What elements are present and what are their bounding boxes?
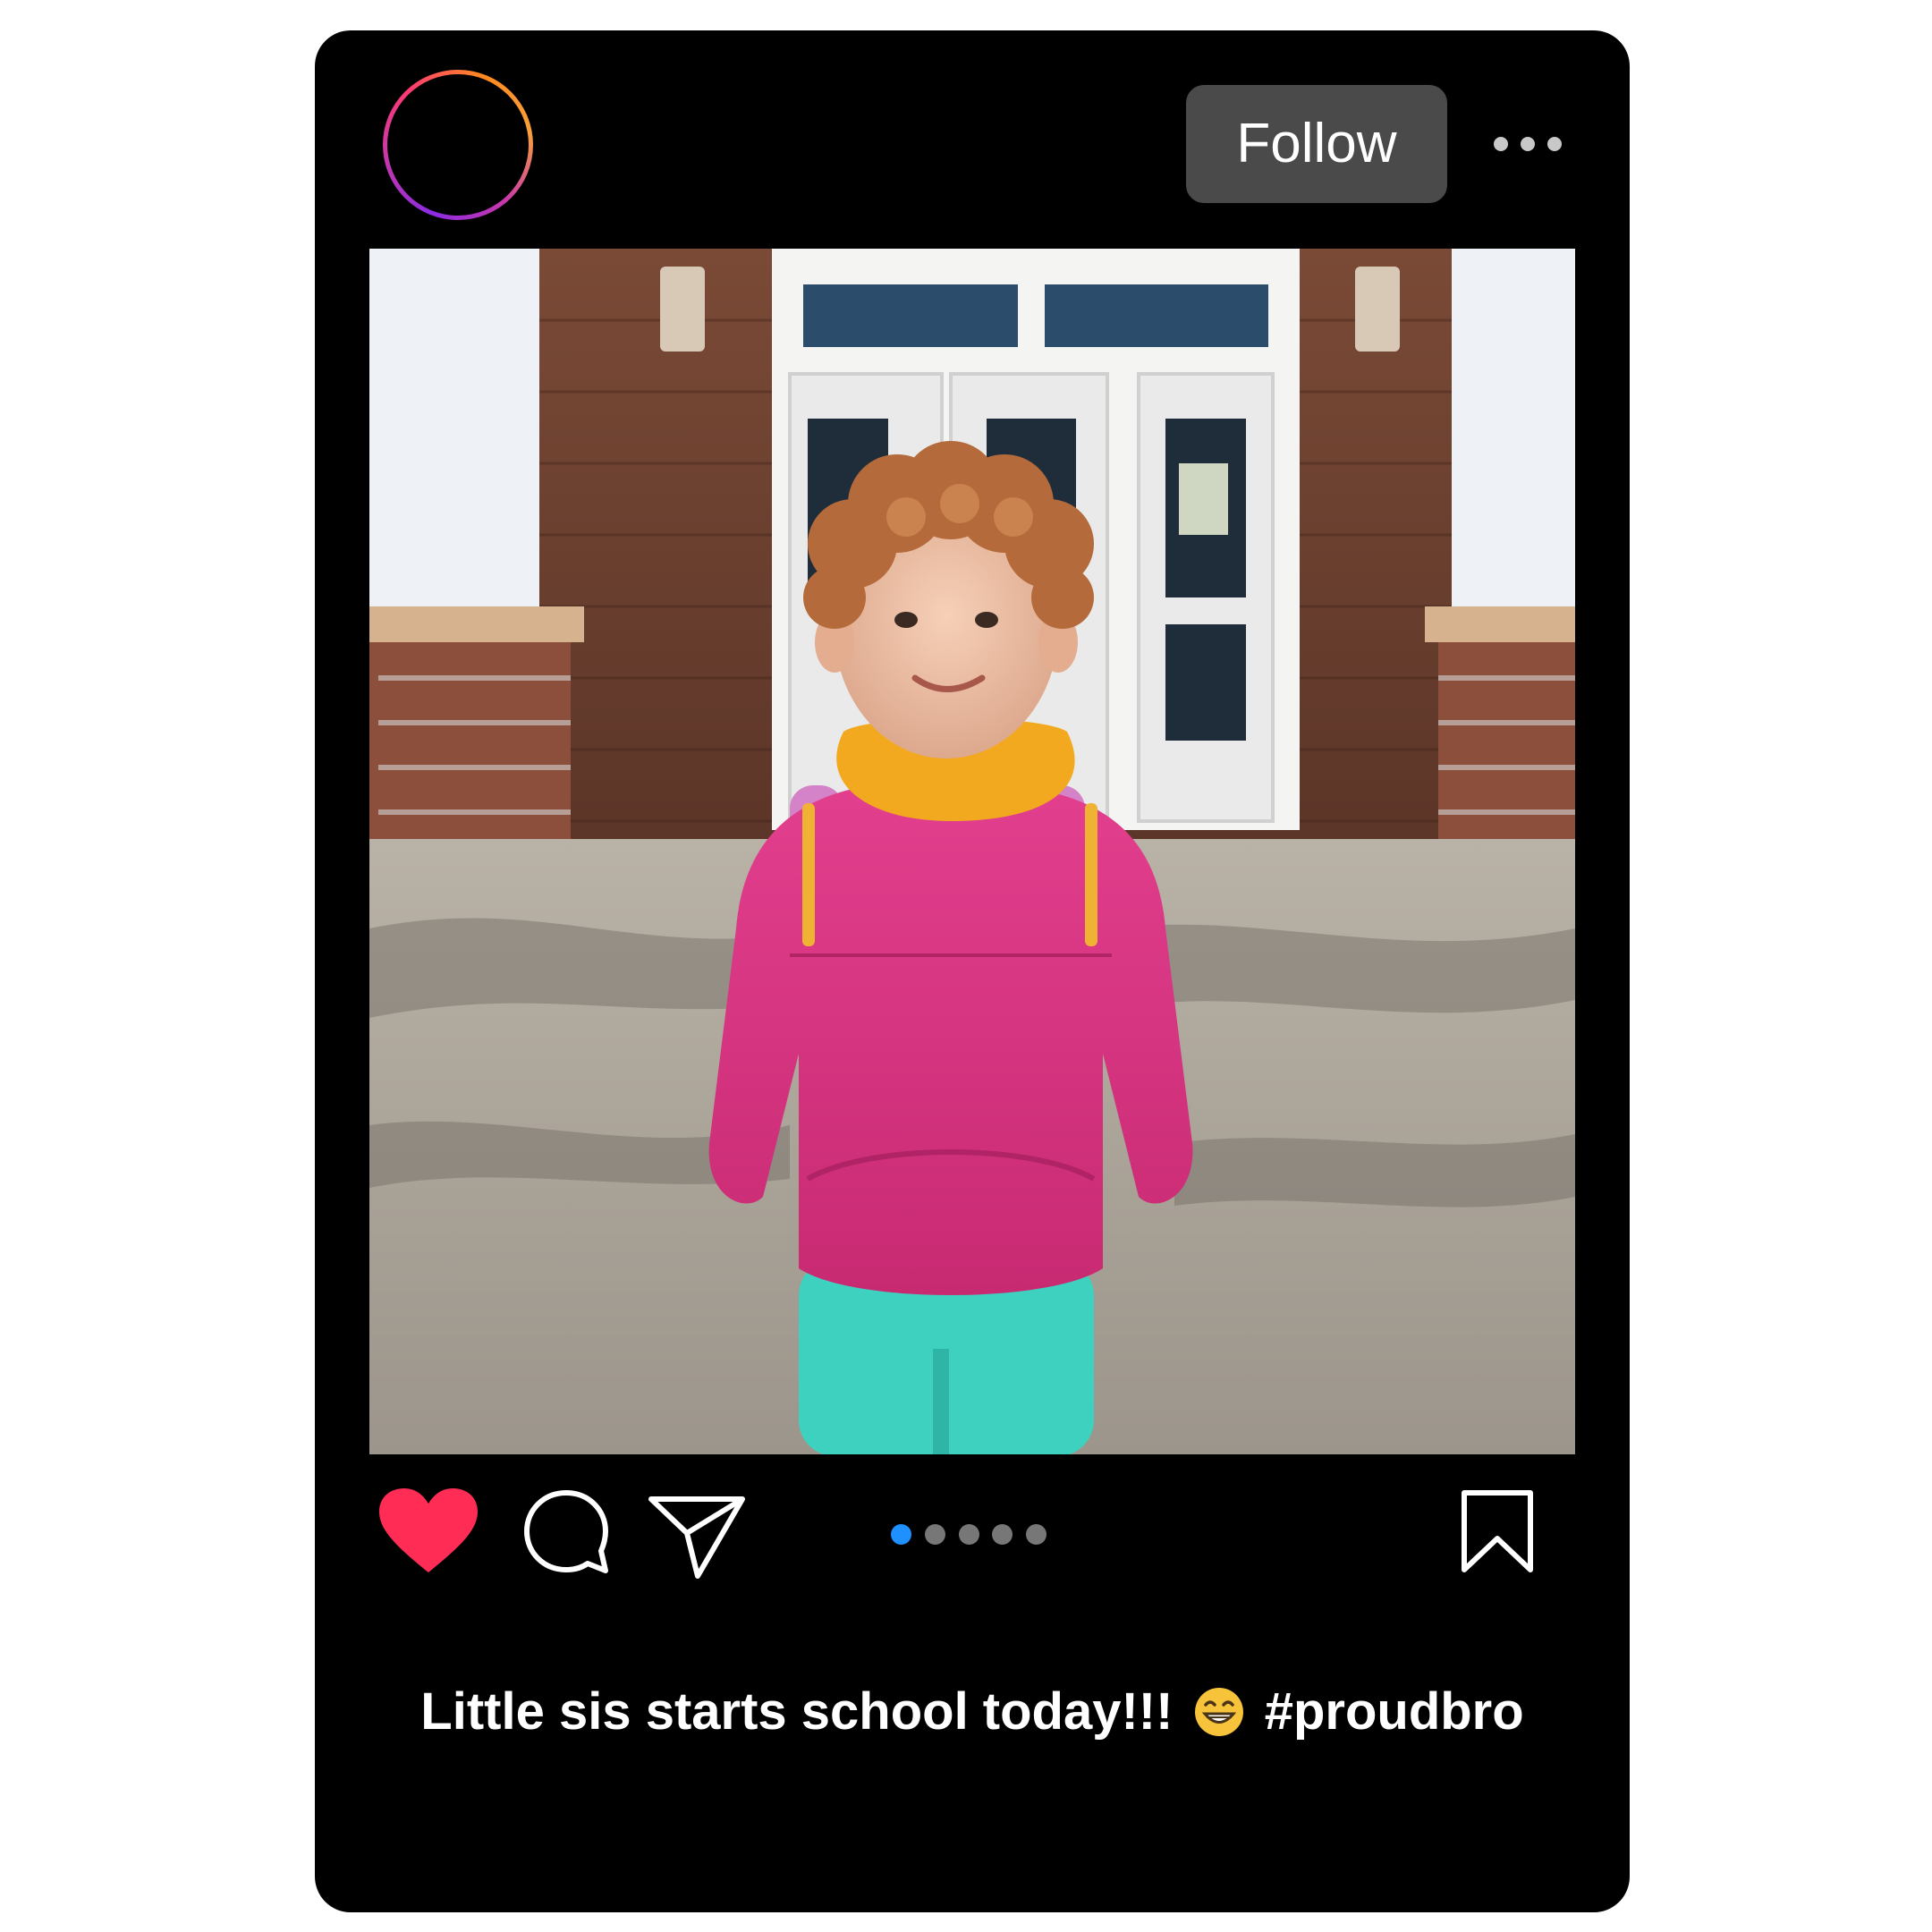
bookmark-icon[interactable] (1460, 1488, 1535, 1574)
send-icon[interactable] (648, 1494, 746, 1580)
carousel-dot (958, 1523, 979, 1545)
heart-icon[interactable] (377, 1487, 479, 1576)
follow-button[interactable]: Follow (1186, 85, 1447, 203)
post-caption: Little sis starts school today!!! #proud… (351, 1676, 1594, 1748)
post-photo-illustration (369, 249, 1575, 1454)
caption-hashtag[interactable]: #proudbro (1265, 1682, 1524, 1741)
profile-avatar[interactable] (383, 70, 533, 220)
more-options-icon[interactable] (1494, 123, 1562, 165)
avatar-placeholder (387, 74, 529, 216)
comment-icon[interactable] (522, 1488, 610, 1576)
carousel-dot (924, 1523, 945, 1545)
carousel-dot (992, 1523, 1013, 1545)
more-dot (1521, 137, 1535, 151)
post-card: Follow Little sis starts school today!!!… (315, 30, 1630, 1912)
more-dot (1494, 137, 1508, 151)
carousel-dot (1026, 1523, 1046, 1545)
grinning-face-icon (1194, 1688, 1243, 1736)
carousel-indicator (891, 1522, 1046, 1546)
post-photo[interactable] (369, 249, 1575, 1454)
caption-text: Little sis starts school today!!! (420, 1682, 1174, 1741)
carousel-dot-active (891, 1523, 911, 1545)
more-dot (1547, 137, 1562, 151)
